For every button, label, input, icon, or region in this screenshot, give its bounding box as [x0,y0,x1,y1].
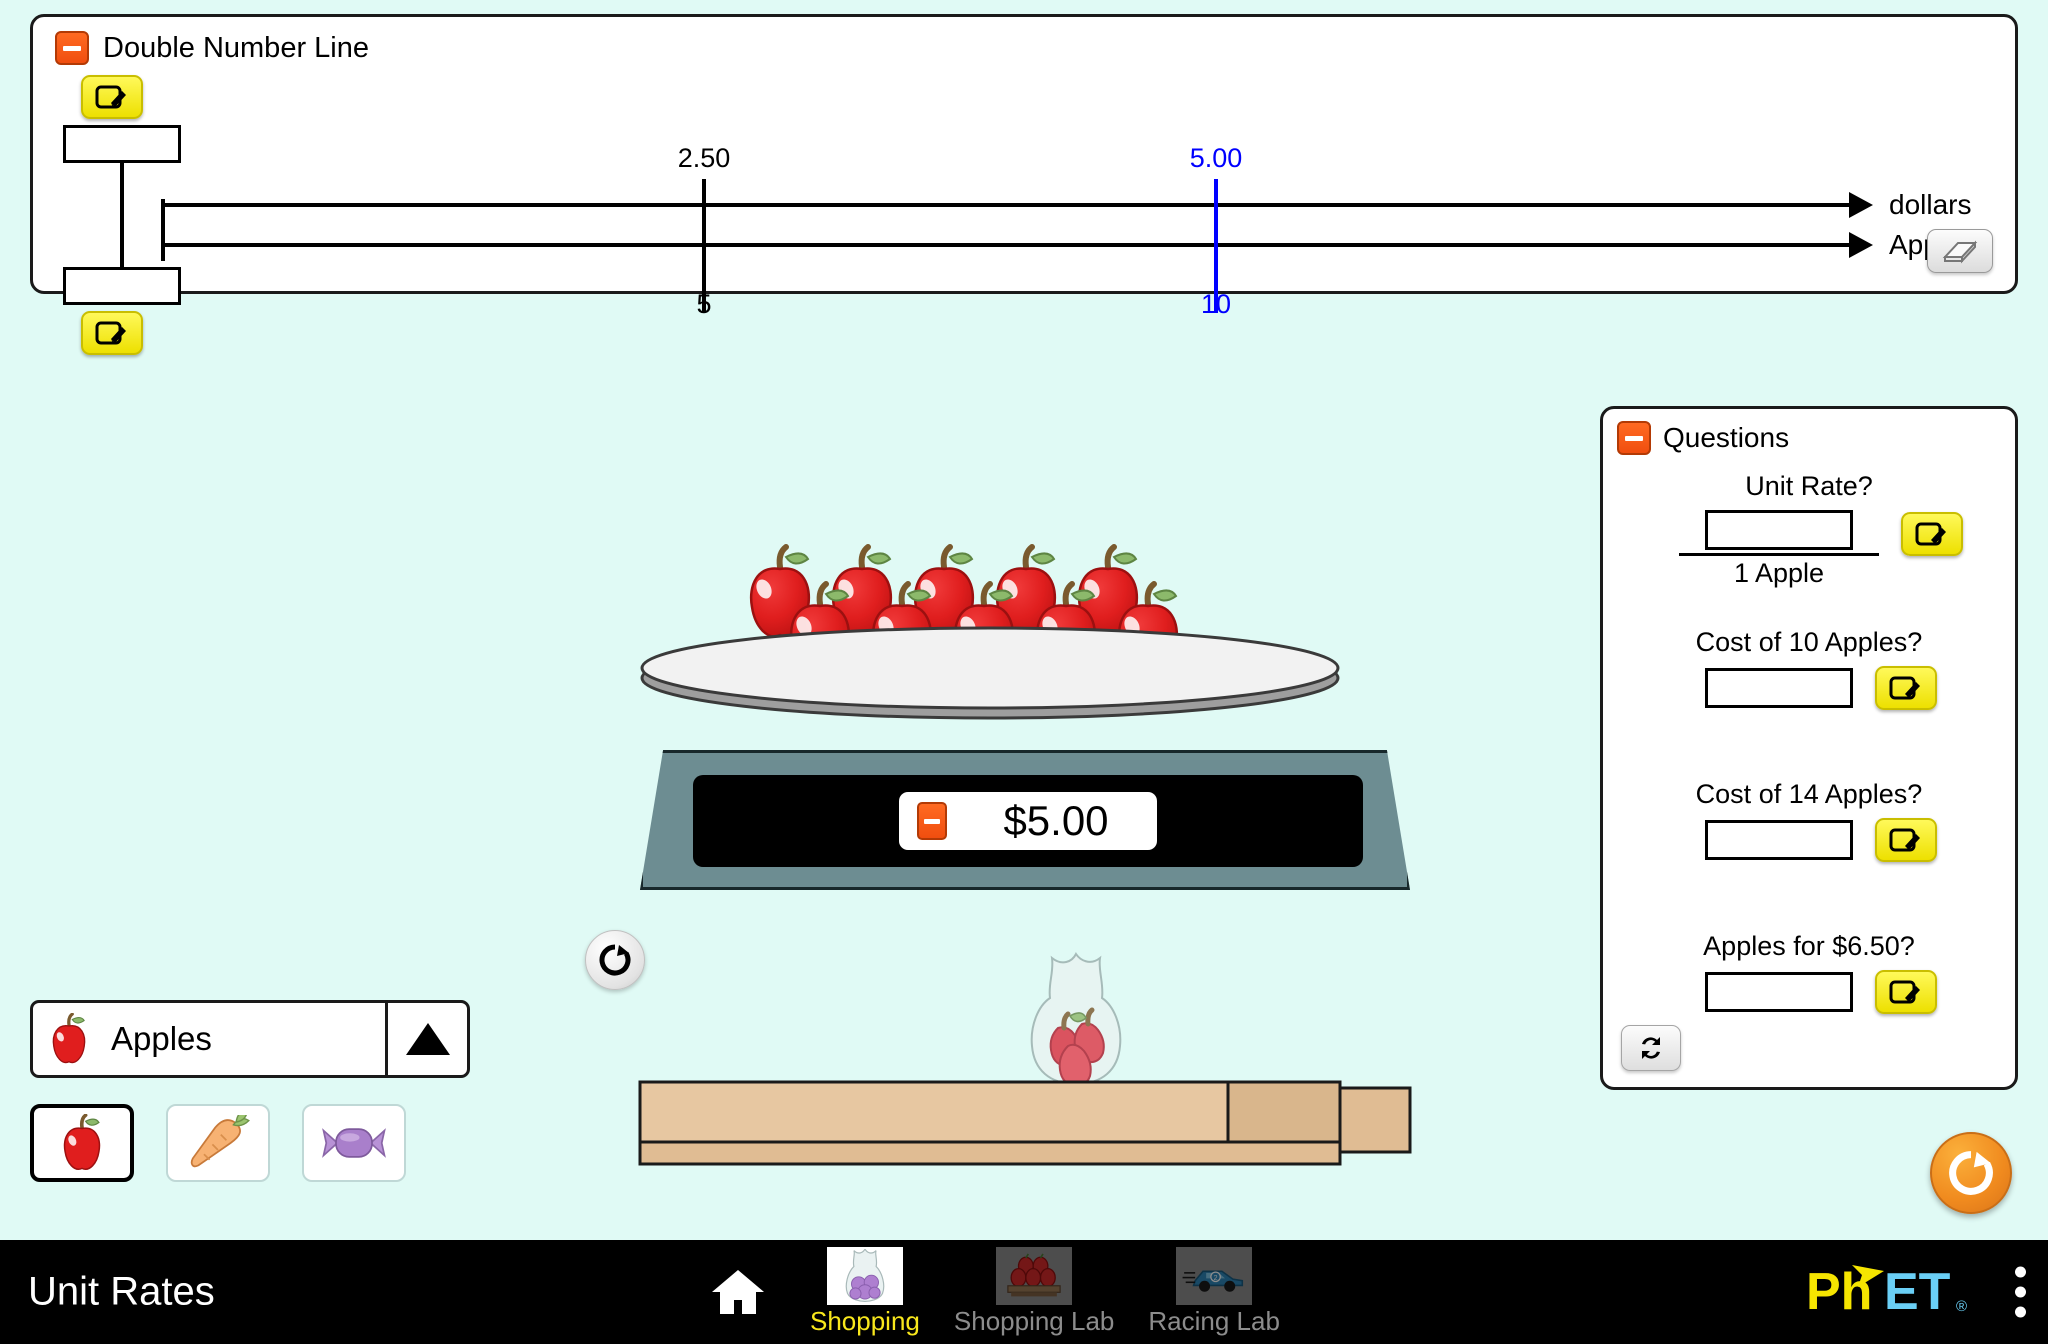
unit-rate-fraction: 1 Apple [1679,510,1879,589]
eraser-icon [1942,240,1978,264]
eraser-button[interactable] [1927,229,1993,273]
axis-left-cap [161,199,165,261]
marker-top-label: 5.00 [1189,143,1243,173]
questions-title: Questions [1663,422,1790,453]
race-car-icon: 2 [1176,1247,1253,1305]
question-prompt: Unit Rate? [1745,471,1873,501]
apple-category-button[interactable] [30,1104,134,1182]
question-item: Unit Rate? 1 Apple [1603,471,2015,589]
refresh-icon [1642,1037,1660,1059]
registered-mark: ® [1956,1298,1967,1315]
reset-all-icon [1949,1151,1993,1195]
kebab-menu-icon[interactable] [2015,1266,2026,1318]
home-button[interactable] [700,1257,776,1327]
questions-refresh-button[interactable] [1621,1025,1681,1071]
question-prompt: Apples for $6.50? [1703,931,1915,961]
phet-logo[interactable]: Ph ET ® [1806,1261,1974,1323]
screen-label: Racing Lab [1148,1306,1280,1336]
apples-icon [996,1247,1073,1305]
carrot-category-button[interactable] [166,1104,270,1182]
question-item: Cost of 14 Apples? [1603,779,2015,862]
category-button-row [30,1104,406,1182]
question-edit-button[interactable] [1875,818,1937,862]
apples-axis-arrow [1849,232,1873,258]
simulation-title: Unit Rates [28,1269,215,1314]
price-badge: $5.00 [899,792,1157,850]
marker-top-edit-button[interactable] [81,75,143,119]
shelf [638,952,1412,1166]
marker-top-value-box[interactable] [63,125,181,163]
reset-all-button[interactable] [1930,1132,2012,1214]
pencil-edit-icon [1889,980,1920,1004]
minus-icon[interactable] [55,31,89,65]
fruit-selector-label: Apples [111,1020,212,1057]
pencil-edit-icon [1889,828,1920,852]
pencil-edit-icon [1889,676,1920,700]
fraction-rule [1679,553,1879,556]
question-answer-input[interactable] [1705,510,1853,550]
simulation-stage: Double Number Line dollars 2.50 5 5.00 1… [0,0,2048,1344]
candy-category-button[interactable] [302,1104,406,1182]
question-answer-input[interactable] [1705,668,1853,708]
question-prompt: Cost of 14 Apples? [1695,779,1923,809]
double-number-line-title: Double Number Line [103,31,369,64]
question-edit-button[interactable] [1875,970,1937,1014]
home-icon [712,1270,764,1314]
screen-button-shopping[interactable]: Shopping [810,1247,920,1337]
question-item: Apples for $6.50? [1603,931,2015,1014]
phet-logo-et: ET [1884,1263,1951,1321]
svg-text:2: 2 [1214,1275,1218,1282]
carrot-icon [190,1115,250,1168]
scale: $5.00 [640,544,1410,890]
scale-reset-button[interactable] [585,930,645,990]
marker-bottom-value-box[interactable] [63,267,181,305]
pencil-edit-icon [1915,522,1946,546]
dollars-axis-line [161,203,1851,207]
double-number-line-panel: Double Number Line dollars 2.50 5 5.00 1… [30,14,2018,355]
reset-circle-icon [599,944,631,976]
screen-button-shopping-lab[interactable]: Shopping Lab [954,1247,1114,1337]
question-edit-button[interactable] [1901,512,1963,556]
questions-header: Questions [1617,421,1789,455]
navigation-bar: Unit Rates Shopping Shopping Lab 2 Racin… [0,1240,2048,1344]
screen-label: Shopping [810,1306,920,1336]
number-line-marker[interactable]: 5.00 10 [1190,143,1243,319]
apples-axis-line [161,243,1851,247]
question-answer-input[interactable] [1705,820,1853,860]
apple-icon [63,1114,101,1170]
question-prompt: Cost of 10 Apples? [1695,627,1923,657]
screen-button-racing-lab[interactable]: 2 Racing Lab [1148,1247,1280,1337]
minus-icon[interactable] [917,802,947,840]
triangle-up-icon[interactable] [385,1003,467,1075]
pencil-edit-icon [95,85,126,109]
questions-panel: Questions Unit Rate? 1 Apple Cost of 10 … [1600,406,2018,1090]
marker-bottom-label: 5 [696,289,712,319]
dollars-axis-label: dollars [1889,189,1972,220]
scale-body: $5.00 [640,750,1410,890]
pencil-edit-icon [95,321,126,345]
screen-label: Shopping Lab [953,1306,1115,1336]
marker-stem [120,163,124,267]
minus-icon[interactable] [1617,421,1651,455]
double-number-line-header: Double Number Line [55,31,369,65]
candy-icon [322,1128,386,1158]
marker-bottom-edit-button[interactable] [81,311,143,355]
number-line-marker[interactable]: 2.50 5 [678,143,731,319]
scale-display-screen: $5.00 [693,775,1363,867]
marker-editor [63,75,193,355]
fraction-denominator: 1 Apple [1733,558,1825,588]
apple-icon [33,1013,105,1065]
dollars-axis-arrow [1849,192,1873,218]
question-item: Cost of 10 Apples? [1603,627,2015,710]
price-value: $5.00 [1003,797,1109,844]
apples-on-scale [640,544,1340,720]
fruit-selector-combobox[interactable]: Apples [30,1000,470,1078]
screen-buttons: Shopping Shopping Lab 2 Racing Lab [700,1240,1280,1344]
candy-bag-icon [826,1247,903,1305]
question-edit-button[interactable] [1875,666,1937,710]
question-answer-input[interactable] [1705,972,1853,1012]
marker-top-label: 2.50 [677,143,731,173]
marker-bottom-label: 10 [1200,289,1232,319]
apple-bag [1030,952,1122,1088]
